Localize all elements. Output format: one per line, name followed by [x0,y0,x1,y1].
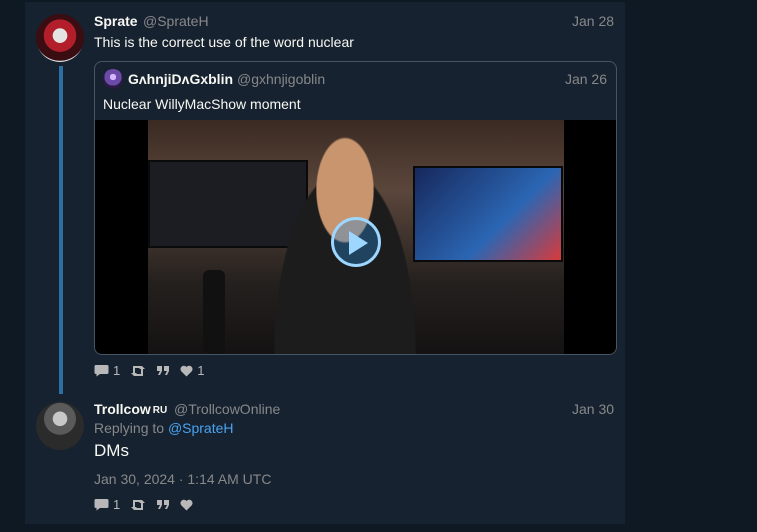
reply-button[interactable]: 1 [94,497,120,512]
retweet-button[interactable] [130,499,146,511]
tweet-date[interactable]: Jan 30 [572,401,614,417]
thread-line [59,66,63,394]
like-button[interactable] [180,499,193,511]
like-count: 1 [197,363,205,378]
tweet-text: This is the correct use of the word nucl… [94,34,354,50]
author-badge: RU [152,404,168,416]
retweet-button[interactable] [130,365,146,377]
play-icon[interactable] [331,217,381,267]
divider [25,0,625,2]
heart-icon [180,499,193,510]
avatar[interactable] [36,402,84,450]
video-player[interactable] [95,120,616,354]
replying-to-link[interactable]: @SprateH [168,420,234,436]
quote-icon [157,366,170,375]
tweet-stats: 1 1 [94,363,204,378]
quote-button[interactable] [156,365,170,376]
replying-to: Replying to @SprateH [94,420,234,436]
author-name[interactable]: GʌhnjiDʌGxblin [128,71,233,87]
author-name[interactable]: Trollcow RU [94,401,167,417]
heart-icon [180,365,193,376]
retweet-icon [131,365,146,376]
author-handle[interactable]: @TrollcowOnline [174,401,280,417]
author-handle[interactable]: @SprateH [143,13,209,29]
retweet-icon [131,499,146,510]
reply-button[interactable]: 1 [94,363,120,378]
video-thumbnail-mic [203,270,225,354]
video-thumbnail-monitor [413,166,563,262]
tweet-text: Nuclear WillyMacShow moment [103,96,301,112]
tweet-stats: 1 [94,497,193,512]
tweet-date[interactable]: Jan 26 [565,71,607,87]
author-name[interactable]: Sprate [94,13,138,29]
author-name-text: Trollcow [94,401,151,417]
avatar[interactable] [36,14,84,62]
quote-icon [157,500,170,509]
tweet-text: DMs [94,441,129,460]
avatar[interactable] [103,69,123,89]
quoted-tweet[interactable]: GʌhnjiDʌGxblin @gxhnjigoblin Jan 26 Nucl… [94,61,617,355]
comment-icon [94,499,109,511]
author-handle[interactable]: @gxhnjigoblin [237,71,325,87]
like-button[interactable]: 1 [180,363,204,378]
reply-count: 1 [113,497,121,512]
tweet-timestamp[interactable]: Jan 30, 2024 · 1:14 AM UTC [94,471,271,487]
replying-to-label: Replying to [94,420,165,436]
quote-button[interactable] [156,499,170,510]
reply-count: 1 [113,363,121,378]
tweet-date[interactable]: Jan 28 [572,13,614,29]
comment-icon [94,365,109,377]
